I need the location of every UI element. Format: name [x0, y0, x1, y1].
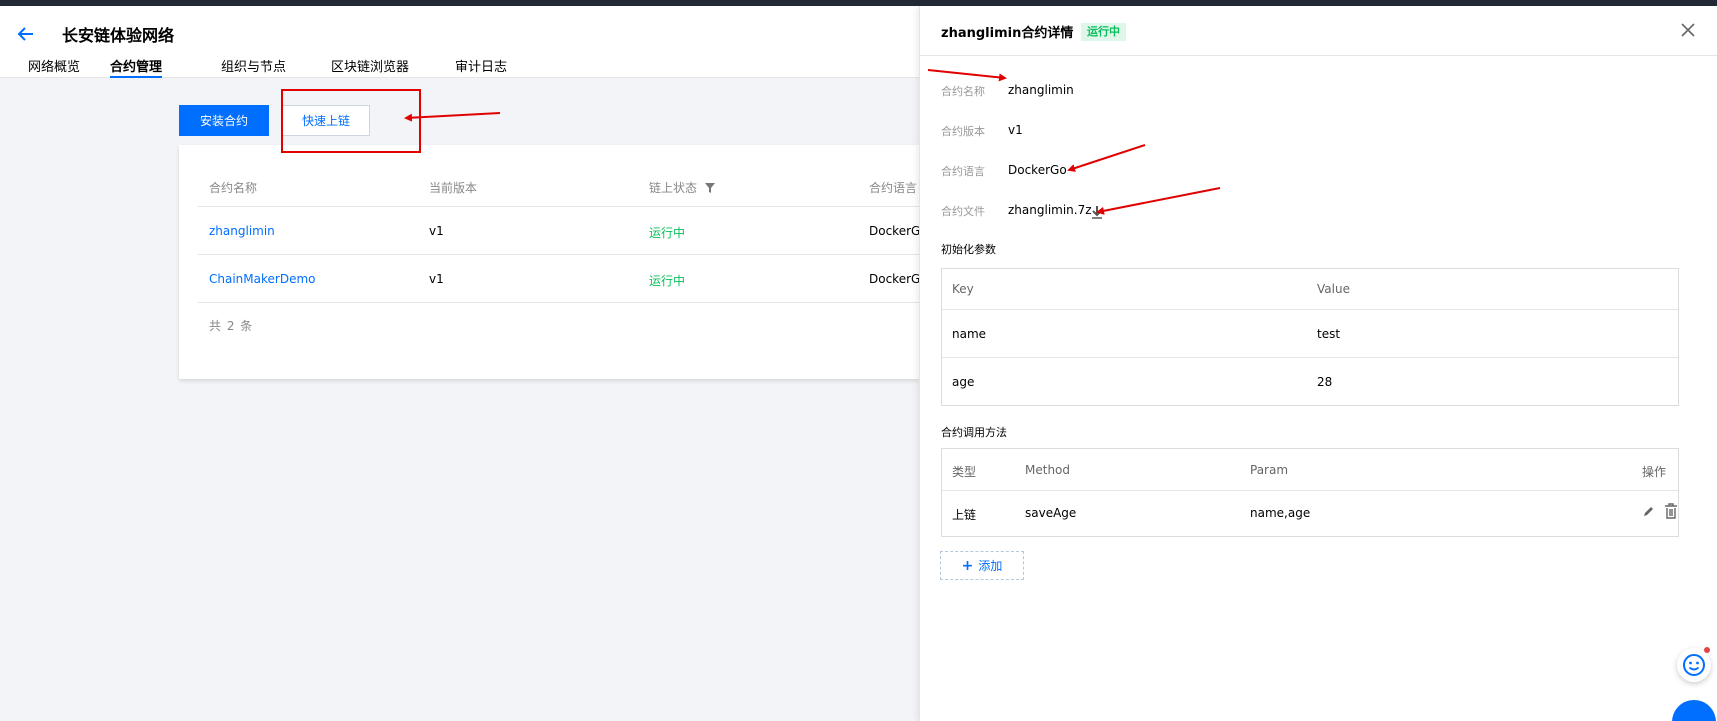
tab-blockchain-browser[interactable]: 区块链浏览器 — [331, 56, 409, 78]
contract-name-link[interactable]: zhanglimin — [209, 224, 275, 238]
field-label-name: 合约名称 — [941, 85, 985, 98]
field-label-language: 合约语言 — [941, 165, 985, 178]
table-row: name test — [942, 309, 1678, 357]
init-params-table: Key Value name test age 28 — [941, 268, 1679, 406]
row-divider — [198, 254, 919, 255]
param-key: name — [952, 327, 987, 341]
chat-assistant-button[interactable] — [1677, 647, 1711, 682]
field-label-file: 合约文件 — [941, 205, 985, 218]
page-title: 长安链体验网络 — [62, 26, 175, 45]
methods-table: 类型 Method Param 操作 上链 saveAge name,age — [941, 448, 1679, 537]
contract-status: 运行中 — [649, 226, 686, 240]
column-header-language: 合约语言 — [869, 181, 918, 195]
row-divider — [198, 302, 919, 303]
param-value: test — [1317, 327, 1341, 341]
column-header-key: Key — [952, 282, 974, 296]
contract-detail-drawer: zhanglimin合约详情 运行中 合约名称 zhanglimin 合约版本 … — [919, 6, 1717, 721]
method-param: name,age — [1250, 506, 1311, 520]
contract-version: v1 — [429, 224, 444, 238]
tab-network-overview[interactable]: 网络概览 — [28, 56, 80, 78]
total-count: 共 2 条 — [209, 319, 254, 333]
quick-chain-button[interactable]: 快速上链 — [282, 105, 370, 136]
header-divider — [198, 206, 919, 207]
field-value-file: zhanglimin.7z — [1008, 203, 1092, 217]
field-value-language: DockerGo — [1008, 163, 1067, 177]
contract-name-link[interactable]: ChainMakerDemo — [209, 272, 315, 286]
install-contract-button[interactable]: 安装合约 — [179, 105, 269, 136]
plus-icon: + — [961, 557, 974, 574]
filter-icon[interactable] — [704, 183, 715, 193]
param-key: age — [952, 375, 975, 389]
column-header-status: 链上状态 — [649, 179, 715, 196]
param-value: 28 — [1317, 375, 1333, 389]
contract-status: 运行中 — [649, 274, 686, 288]
tab-audit-log[interactable]: 审计日志 — [455, 56, 507, 78]
tab-org-nodes[interactable]: 组织与节点 — [221, 56, 286, 78]
column-header-name: 合约名称 — [209, 181, 258, 195]
contracts-table: 合约名称 当前版本 链上状态 合约语言 zhanglimin v1 运行中 Do… — [179, 145, 928, 379]
field-value-version: v1 — [1008, 123, 1023, 137]
table-header-row: 类型 Method Param 操作 — [942, 449, 1678, 490]
column-header-actions: 操作 — [1642, 465, 1667, 479]
method-type: 上链 — [952, 508, 977, 522]
method-name: saveAge — [1025, 506, 1077, 520]
add-label: 添加 — [978, 559, 1003, 573]
column-header-version: 当前版本 — [429, 181, 478, 195]
close-icon[interactable] — [1680, 22, 1696, 38]
add-method-button[interactable]: + 添加 — [940, 551, 1024, 580]
smiley-icon — [1683, 654, 1705, 676]
status-badge: 运行中 — [1081, 23, 1126, 41]
drawer-title: zhanglimin合约详情 — [941, 26, 1074, 41]
init-params-title: 初始化参数 — [941, 243, 996, 256]
arrow-annotation — [404, 112, 501, 122]
edit-icon[interactable] — [1642, 505, 1655, 518]
column-header-status-label: 链上状态 — [649, 181, 698, 195]
tab-contract-management[interactable]: 合约管理 — [110, 56, 163, 78]
column-header-type: 类型 — [952, 465, 977, 479]
table-header-row: Key Value — [942, 269, 1678, 309]
trash-icon[interactable] — [1664, 503, 1678, 519]
notification-dot — [1704, 647, 1710, 653]
table-row: age 28 — [942, 357, 1678, 405]
back-arrow-icon[interactable] — [16, 24, 36, 44]
download-icon[interactable] — [1091, 205, 1103, 219]
column-header-param: Param — [1250, 463, 1289, 477]
field-label-version: 合约版本 — [941, 125, 985, 138]
drawer-header: zhanglimin合约详情 运行中 — [920, 6, 1717, 56]
column-header-value: Value — [1317, 282, 1350, 296]
contract-version: v1 — [429, 272, 444, 286]
column-header-method: Method — [1025, 463, 1071, 477]
table-row: 上链 saveAge name,age — [942, 490, 1678, 536]
methods-title: 合约调用方法 — [941, 426, 1007, 439]
field-value-name: zhanglimin — [1008, 83, 1074, 97]
